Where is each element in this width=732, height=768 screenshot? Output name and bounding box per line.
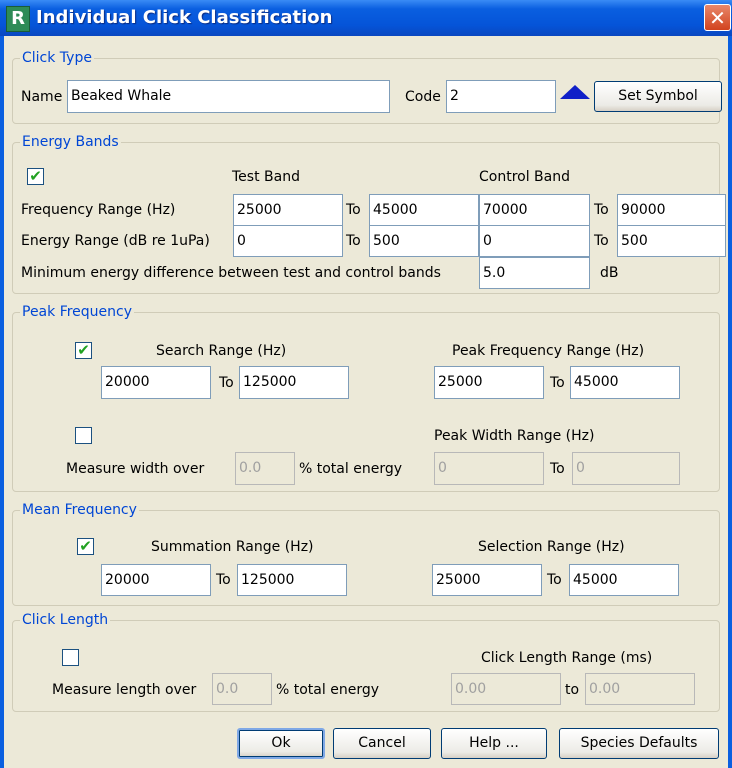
- window-frame-right: [728, 36, 732, 768]
- peak-frequency-legend: Peak Frequency: [20, 303, 135, 321]
- peak-width-range-label: Peak Width Range (Hz): [434, 428, 595, 444]
- app-icon: R: [6, 6, 30, 32]
- energy-test-to-field[interactable]: 500: [369, 225, 479, 257]
- energy-bands-checkbox[interactable]: ✔: [27, 168, 44, 185]
- measure-length-label: Measure length over: [52, 682, 197, 698]
- min-energy-diff-label: Minimum energy difference between test a…: [21, 265, 441, 281]
- mean-frequency-checkbox[interactable]: ✔: [77, 538, 94, 555]
- length-from-field[interactable]: 0.00: [451, 673, 561, 705]
- peak-search-checkbox[interactable]: ✔: [75, 342, 92, 359]
- energy-ctrl-from-field[interactable]: 0: [479, 225, 590, 257]
- dialog-window: R Individual Click Classification ✕ Clic…: [0, 0, 732, 768]
- length-to-field[interactable]: 0.00: [585, 673, 695, 705]
- freq-test-to-field[interactable]: 45000: [369, 194, 479, 226]
- freq-ctrl-to-label: To: [594, 202, 609, 218]
- energy-range-label: Energy Range (dB re 1uPa): [21, 233, 210, 249]
- peak-width-checkbox[interactable]: [75, 427, 92, 444]
- peak-to-field[interactable]: 45000: [570, 366, 680, 399]
- search-from-field[interactable]: 20000: [101, 366, 211, 399]
- energy-test-to-label: To: [346, 233, 361, 249]
- summation-range-label: Summation Range (Hz): [151, 539, 314, 555]
- width-pct-total-energy-label: % total energy: [299, 461, 402, 477]
- energy-bands-legend: Energy Bands: [20, 133, 121, 151]
- length-pct-total-energy-label: % total energy: [276, 682, 379, 698]
- code-label: Code: [405, 89, 441, 105]
- selection-range-label: Selection Range (Hz): [478, 539, 625, 555]
- width-to-field[interactable]: 0: [572, 452, 680, 485]
- energy-ctrl-to-field[interactable]: 500: [617, 225, 726, 257]
- ok-button[interactable]: Ok: [237, 728, 325, 759]
- peak-to-label: To: [550, 375, 565, 391]
- code-field[interactable]: 2: [446, 80, 556, 113]
- freq-ctrl-to-field[interactable]: 90000: [617, 194, 726, 226]
- width-to-label: To: [550, 461, 565, 477]
- energy-ctrl-to-label: To: [594, 233, 609, 249]
- title-bar[interactable]: R Individual Click Classification ✕: [0, 0, 732, 36]
- click-length-range-label: Click Length Range (ms): [481, 650, 653, 666]
- name-field[interactable]: Beaked Whale: [67, 80, 390, 113]
- species-defaults-button[interactable]: Species Defaults: [559, 728, 719, 759]
- click-length-checkbox[interactable]: [62, 649, 79, 666]
- search-range-label: Search Range (Hz): [156, 343, 287, 359]
- click-type-legend: Click Type: [20, 49, 94, 67]
- search-to-label: To: [219, 375, 234, 391]
- min-energy-diff-field[interactable]: 5.0: [479, 257, 590, 289]
- set-symbol-button[interactable]: Set Symbol: [594, 81, 722, 112]
- window-title: Individual Click Classification: [36, 7, 333, 28]
- peak-frequency-range-label: Peak Frequency Range (Hz): [452, 343, 645, 359]
- measure-length-field[interactable]: 0.0: [212, 673, 272, 705]
- measure-width-field[interactable]: 0.0: [235, 452, 295, 485]
- freq-test-from-field[interactable]: 25000: [233, 194, 343, 226]
- selection-to-field[interactable]: 45000: [569, 564, 679, 596]
- click-length-legend: Click Length: [20, 611, 111, 629]
- selection-to-label: To: [547, 572, 562, 588]
- summation-to-field[interactable]: 125000: [237, 564, 347, 596]
- close-button[interactable]: ✕: [704, 4, 731, 31]
- energy-test-from-field[interactable]: 0: [233, 225, 343, 257]
- search-to-field[interactable]: 125000: [239, 366, 349, 399]
- peak-from-field[interactable]: 25000: [434, 366, 544, 399]
- summation-to-label: To: [216, 572, 231, 588]
- freq-test-to-label: To: [346, 202, 361, 218]
- selection-from-field[interactable]: 25000: [432, 564, 542, 596]
- test-band-label: Test Band: [232, 169, 300, 185]
- frequency-range-label: Frequency Range (Hz): [21, 202, 176, 218]
- symbol-preview-icon: [560, 85, 590, 99]
- freq-ctrl-from-field[interactable]: 70000: [479, 194, 590, 226]
- length-to-label: to: [565, 682, 580, 698]
- help-button[interactable]: Help ...: [441, 728, 547, 759]
- summation-from-field[interactable]: 20000: [101, 564, 211, 596]
- db-unit-label: dB: [600, 265, 619, 281]
- cancel-button[interactable]: Cancel: [333, 728, 431, 759]
- window-frame-left: [0, 36, 4, 768]
- name-label: Name: [21, 89, 63, 105]
- mean-frequency-legend: Mean Frequency: [20, 501, 139, 519]
- measure-width-label: Measure width over: [66, 461, 205, 477]
- control-band-label: Control Band: [479, 169, 570, 185]
- width-from-field[interactable]: 0: [434, 452, 544, 485]
